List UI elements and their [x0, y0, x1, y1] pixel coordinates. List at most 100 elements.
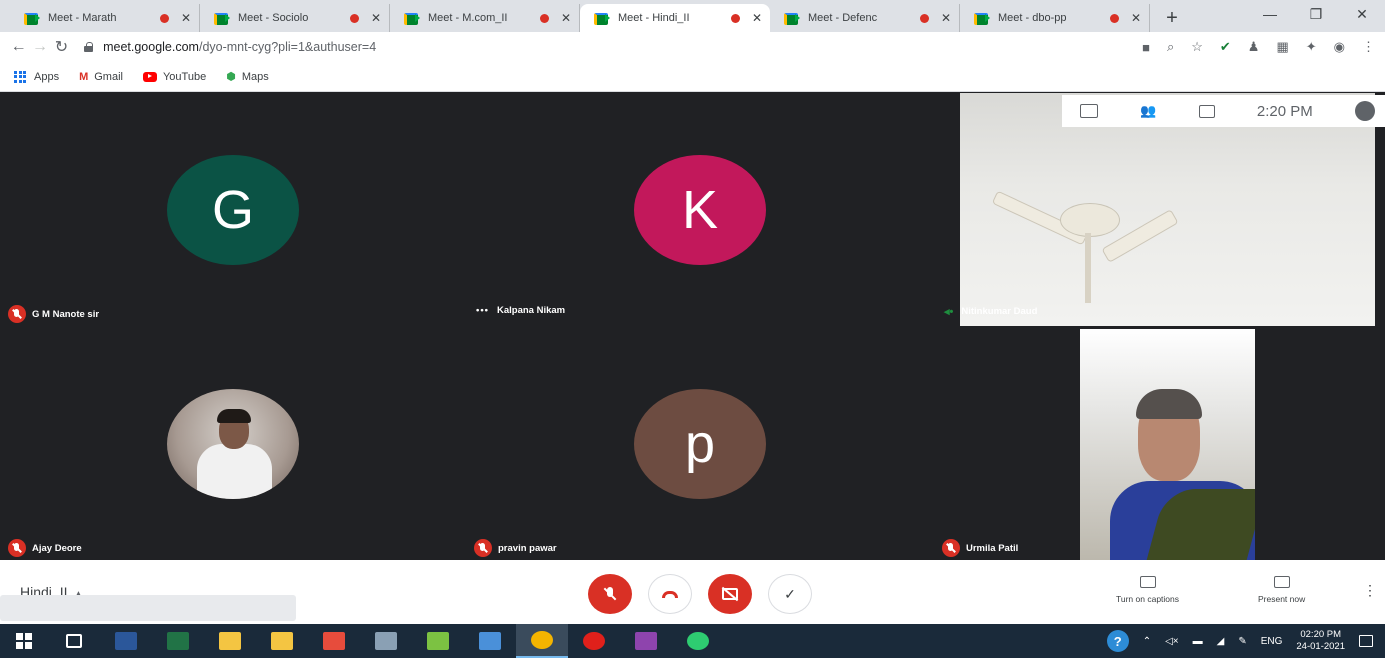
back-arrow-icon[interactable]: ←	[10, 34, 27, 60]
participant-tile[interactable]: Ajay Deore	[0, 326, 466, 560]
windows-start-icon[interactable]	[0, 624, 48, 658]
camera-off-icon	[722, 588, 738, 600]
bookmark-apps[interactable]: Apps	[14, 70, 60, 83]
zoom-icon[interactable]: ⌕	[1167, 39, 1174, 55]
leave-call-button[interactable]	[648, 574, 692, 614]
meeting-details-icon[interactable]	[1080, 104, 1098, 118]
puzzle-extensions-icon[interactable]: ✦	[1306, 39, 1317, 55]
tab-title: Meet - Defenc	[808, 12, 878, 24]
window-controls: — ❐ ✕	[1247, 0, 1385, 28]
bookmark-label: Apps	[34, 70, 60, 83]
tab-meet-dbo[interactable]: Meet - dbo-pp ✕	[960, 4, 1150, 32]
opera-icon	[583, 632, 605, 650]
taskbar-app-recorder[interactable]	[308, 624, 360, 658]
participant-name-tag: ••• Kalpana Nikam	[476, 305, 565, 316]
participant-tile[interactable]: K ••• Kalpana Nikam	[466, 93, 932, 326]
tab-meet-defence[interactable]: Meet - Defenc ✕	[770, 4, 960, 32]
close-window-icon[interactable]: ✕	[1339, 0, 1385, 28]
address-bar[interactable]: meet.google.com/dyo-mnt-cyg?pli=1&authus…	[74, 35, 1034, 59]
mic-off-icon	[942, 539, 960, 557]
taskbar-clock[interactable]: 02:20 PM 24-01-2021	[1296, 629, 1345, 653]
participant-tile[interactable]: ◂• Nitinkumar Daud	[938, 93, 1385, 326]
tab-title: Meet - Hindi_II	[618, 12, 690, 24]
meet-control-bar: Hindi_II▲ ✓ Turn on captions Present now…	[0, 560, 1385, 624]
checkmark-extension-icon[interactable]: ✔	[1220, 39, 1231, 55]
camera-in-use-icon[interactable]: ■	[1142, 40, 1150, 55]
taskbar-app-opera[interactable]	[568, 624, 620, 658]
participant-tile[interactable]: Urmila Patil	[938, 326, 1385, 560]
people-icon[interactable]: 👥	[1140, 103, 1156, 119]
restore-icon[interactable]: ❐	[1293, 0, 1339, 28]
taskbar-app-app-12[interactable]	[620, 624, 672, 658]
mic-off-icon	[603, 587, 617, 601]
mic-off-icon	[474, 539, 492, 557]
new-tab-plus-icon[interactable]: +	[1158, 4, 1186, 32]
chevron-up-icon[interactable]: ⌃	[1143, 636, 1151, 647]
status-overlay	[0, 595, 296, 621]
minimize-icon[interactable]: —	[1247, 0, 1293, 28]
taskbar-app-security[interactable]	[204, 624, 256, 658]
bookmark-gmail[interactable]: M Gmail	[79, 71, 123, 83]
taskbar-app-edge[interactable]	[672, 624, 724, 658]
speaking-indicator-icon: ◂•	[944, 306, 954, 318]
input-language[interactable]: ENG	[1261, 636, 1283, 647]
notifications-icon[interactable]	[1359, 635, 1373, 647]
app-8-icon	[427, 632, 449, 650]
tab-title: Meet - Sociolo	[238, 12, 309, 24]
present-now-button[interactable]: Present now	[1258, 576, 1305, 604]
bookmark-star-icon[interactable]: ☆	[1191, 39, 1203, 55]
taskbar-app-excel[interactable]	[152, 624, 204, 658]
close-tab-icon[interactable]: ✕	[181, 11, 191, 25]
taskbar-app-word[interactable]	[100, 624, 152, 658]
forward-arrow-icon[interactable]: →	[31, 34, 48, 60]
battery-icon[interactable]: ▬	[1193, 636, 1203, 647]
gmail-icon: M	[79, 70, 89, 83]
grid-extension-icon[interactable]: ▦	[1276, 39, 1288, 55]
taskbar-app-app-7[interactable]	[360, 624, 412, 658]
taskbar-app-chrome[interactable]	[516, 624, 568, 658]
meet-clock: 2:20 PM	[1256, 102, 1313, 120]
toggle-microphone-button[interactable]	[588, 574, 632, 614]
participant-name: pravin pawar	[498, 542, 557, 554]
more-options-kebab-icon[interactable]: ⋮	[1363, 582, 1377, 599]
close-tab-icon[interactable]: ✕	[561, 11, 571, 25]
close-tab-icon[interactable]: ✕	[752, 11, 762, 25]
close-tab-icon[interactable]: ✕	[371, 11, 381, 25]
tab-meet-marathi[interactable]: Meet - Marath ✕	[10, 4, 200, 32]
app-12-icon	[635, 632, 657, 650]
tab-meet-mcom[interactable]: Meet - M.com_II ✕	[390, 4, 580, 32]
participant-tile[interactable]: p pravin pawar	[466, 326, 932, 560]
word-icon	[115, 632, 137, 650]
person-extension-icon[interactable]: ♟	[1248, 39, 1260, 55]
tab-meet-sociology[interactable]: Meet - Sociolo ✕	[200, 4, 390, 32]
help-icon[interactable]: ?	[1106, 630, 1129, 652]
bookmark-maps[interactable]: ⬢ Maps	[226, 70, 269, 84]
profile-avatar-icon[interactable]: ◉	[1334, 39, 1345, 55]
taskbar-app-app-9[interactable]	[464, 624, 516, 658]
extension-check-button[interactable]: ✓	[768, 574, 812, 614]
taskbar-app-app-8[interactable]	[412, 624, 464, 658]
network-icon[interactable]: ◢	[1217, 636, 1225, 647]
self-view-avatar[interactable]	[1355, 101, 1375, 121]
participant-tile[interactable]: G G M Nanote sir	[0, 93, 466, 326]
recording-indicator-icon	[159, 13, 169, 23]
pen-icon[interactable]: ✎	[1238, 636, 1246, 647]
toggle-camera-button[interactable]	[708, 574, 752, 614]
taskbar-app-task-view[interactable]	[48, 624, 100, 658]
bookmark-youtube[interactable]: YouTube	[142, 71, 206, 83]
taskbar-app-file-explorer[interactable]	[256, 624, 308, 658]
browser-tab-strip: Meet - Marath ✕ Meet - Sociolo ✕ Meet - …	[0, 0, 1385, 32]
captions-button[interactable]: Turn on captions	[1116, 576, 1179, 604]
participant-name-tag: Ajay Deore	[8, 539, 82, 557]
browser-menu-kebab-icon[interactable]: ⋮	[1362, 39, 1375, 55]
volume-icon[interactable]: ◁×	[1165, 636, 1179, 647]
windows-taskbar: ? ⌃ ◁× ▬ ◢ ✎ ENG 02:20 PM 24-01-2021	[0, 624, 1385, 658]
lock-icon[interactable]	[84, 42, 94, 52]
close-tab-icon[interactable]: ✕	[1131, 11, 1141, 25]
tab-meet-hindi[interactable]: Meet - Hindi_II ✕	[580, 4, 770, 32]
reload-icon[interactable]: ↻	[53, 34, 70, 60]
participant-name-tag: G M Nanote sir	[8, 305, 99, 323]
chat-icon[interactable]	[1198, 104, 1215, 118]
close-tab-icon[interactable]: ✕	[941, 11, 951, 25]
call-controls: ✓	[588, 574, 812, 614]
